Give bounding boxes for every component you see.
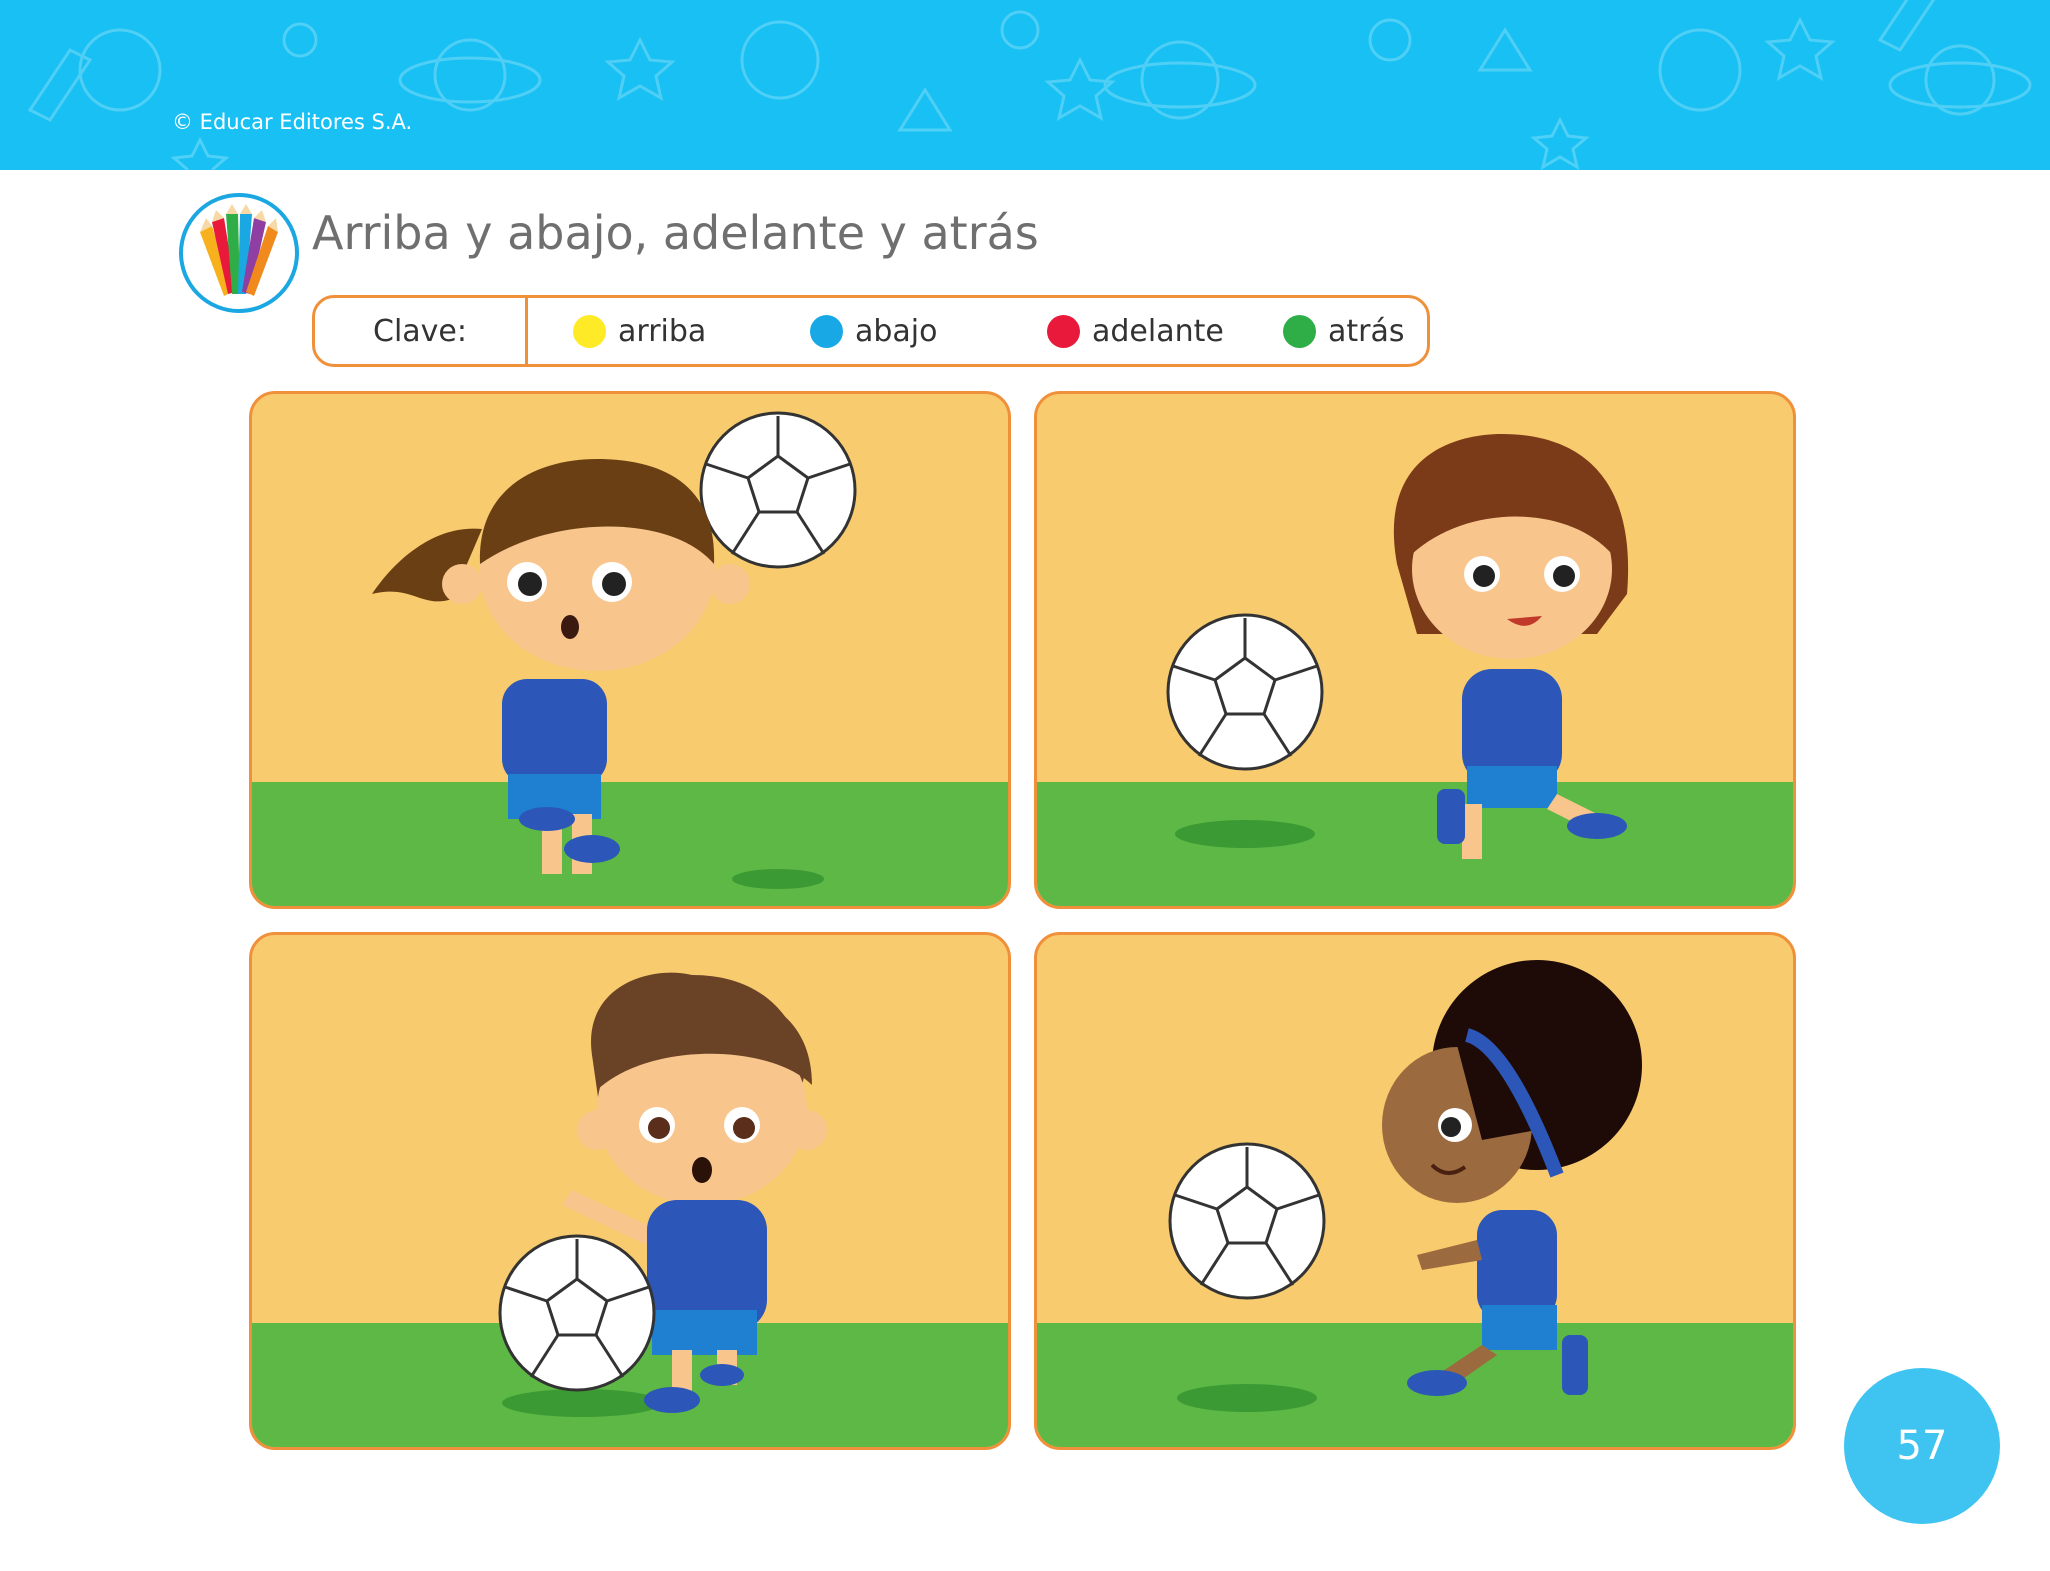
yellow-dot-icon: [573, 314, 606, 348]
top-banner: © Educar Editores S.A.: [0, 0, 2050, 170]
green-dot-icon: [1283, 314, 1316, 348]
key-item-atras: atrás: [1283, 298, 1405, 364]
soccer-ball-icon: [1168, 1142, 1326, 1300]
colored-pencils-icon: [178, 192, 300, 314]
soccer-ball-icon: [699, 411, 857, 569]
key-item-arriba: arriba: [573, 298, 706, 364]
key-label: Clave:: [315, 298, 528, 364]
copyright-text: © Educar Editores S.A.: [172, 110, 413, 134]
red-dot-icon: [1047, 314, 1080, 348]
scene-panel-4[interactable]: [1034, 932, 1796, 1450]
scene-panel-1[interactable]: [249, 391, 1011, 909]
key-item-adelante: adelante: [1047, 298, 1224, 364]
soccer-ball-icon: [498, 1234, 656, 1392]
blue-dot-icon: [810, 314, 843, 348]
scene-panel-3[interactable]: [249, 932, 1011, 1450]
key-item-label: atrás: [1328, 313, 1405, 349]
soccer-ball-icon: [1166, 613, 1324, 771]
color-key: Clave: arriba abajo adelante atrás: [312, 295, 1430, 367]
key-item-abajo: abajo: [810, 298, 938, 364]
page-number-badge: 57: [1844, 1368, 2000, 1524]
key-item-label: abajo: [855, 313, 938, 349]
banner-doodle-pattern: [27, 0, 2032, 170]
key-item-label: adelante: [1092, 313, 1224, 349]
scene-panel-2[interactable]: [1034, 391, 1796, 909]
key-item-label: arriba: [618, 313, 707, 349]
activity-title: Arriba y abajo, adelante y atrás: [312, 206, 1039, 260]
